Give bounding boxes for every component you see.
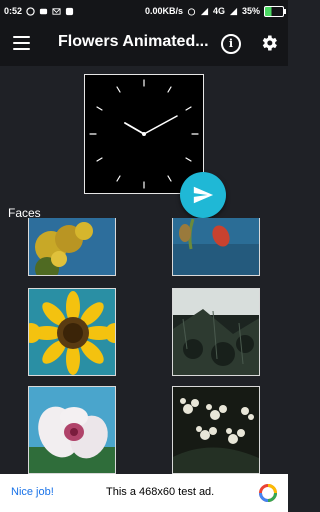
whatsapp-icon — [26, 6, 35, 16]
gear-icon[interactable] — [259, 33, 279, 53]
ad-logo-icon[interactable] — [258, 483, 278, 503]
info-icon[interactable]: i — [221, 34, 241, 54]
faces-grid — [0, 218, 288, 474]
battery-icon — [264, 5, 286, 17]
face-thumbnail[interactable] — [28, 288, 116, 376]
face-thumbnail[interactable] — [28, 386, 116, 474]
face-thumbnail[interactable] — [172, 386, 260, 474]
app-icon — [65, 7, 74, 16]
battery-percent: 35% — [241, 6, 260, 16]
status-time: 0:52 — [4, 6, 23, 16]
page-title: Flowers Animated... — [58, 33, 209, 50]
network-type: 4G — [212, 6, 225, 16]
app-bar: Flowers Animated... i — [0, 22, 288, 66]
signal-icon-2 — [229, 7, 238, 16]
ad-text: This a 468x60 test ad. — [106, 486, 215, 498]
alarm-icon — [187, 7, 196, 16]
signal-icon — [200, 7, 209, 16]
face-thumbnail[interactable] — [28, 218, 116, 276]
face-thumbnail[interactable] — [172, 218, 260, 276]
network-speed: 0.00KB/s — [144, 6, 183, 16]
status-bar: 0:52 0.00KB/s 4G 35% — [0, 0, 288, 22]
analog-clock-icon — [89, 79, 199, 189]
watch-face-preview[interactable] — [84, 74, 204, 194]
ad-banner[interactable]: Nice job! This a 468x60 test ad. — [0, 474, 288, 512]
ad-nice-job-text: Nice job! — [11, 486, 54, 498]
mail-icon — [52, 7, 61, 16]
send-button[interactable] — [180, 172, 226, 218]
send-icon — [193, 186, 214, 204]
face-thumbnail[interactable] — [172, 288, 260, 376]
hamburger-menu-icon[interactable] — [13, 36, 30, 50]
message-icon — [39, 7, 48, 16]
